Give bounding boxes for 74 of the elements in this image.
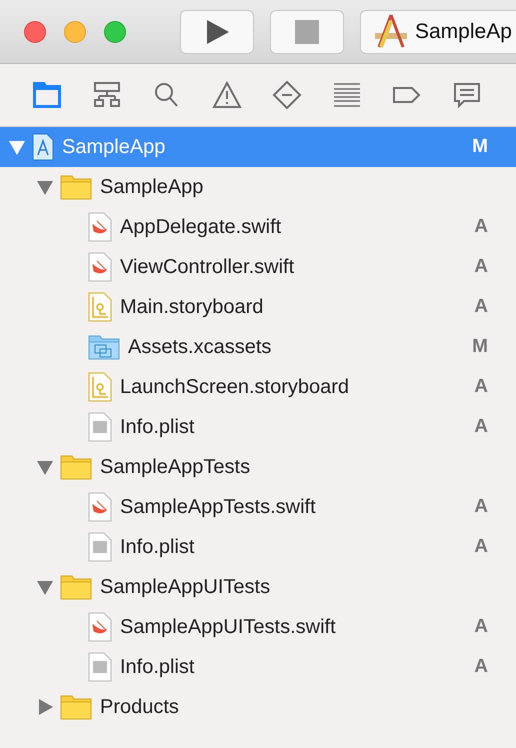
source-control-status: A (474, 296, 488, 318)
stop-button[interactable] (270, 10, 344, 54)
source-control-status: A (474, 376, 488, 398)
swift-file-icon (88, 252, 112, 282)
expanded-triangle-icon[interactable] (36, 458, 54, 476)
tree-row[interactable]: SampleAppTests (0, 447, 516, 487)
warning-icon[interactable] (212, 81, 242, 109)
tree-row[interactable]: Products (0, 687, 516, 727)
source-control-status: A (474, 416, 488, 438)
file-name: Info.plist (120, 536, 196, 558)
tree-row[interactable]: Info.plist A (0, 527, 516, 567)
file-name: ViewController.swift (120, 256, 296, 278)
tree-row[interactable]: Info.plist A (0, 407, 516, 447)
tree-row[interactable]: SampleAppTests.swift A (0, 487, 516, 527)
assets-folder-icon (88, 334, 120, 360)
collapsed-triangle-icon[interactable] (36, 698, 54, 716)
file-name: SampleAppTests.swift (120, 496, 317, 518)
storyboard-file-icon (88, 292, 112, 322)
file-name: Info.plist (120, 416, 196, 438)
source-control-status: M (472, 136, 488, 158)
source-control-status: A (474, 256, 488, 278)
tree-row[interactable]: AppDelegate.swift A (0, 207, 516, 247)
project-file-icon (32, 133, 54, 161)
tree-row[interactable]: SampleAppUITests.swift A (0, 607, 516, 647)
folder-icon (60, 454, 92, 480)
file-name: Main.storyboard (120, 296, 264, 318)
folder-icon (60, 174, 92, 200)
source-control-status: A (474, 656, 488, 678)
swift-file-icon (88, 492, 112, 522)
tree-row[interactable]: ViewController.swift A (0, 247, 516, 287)
source-control-status: M (472, 336, 488, 358)
scheme-selector[interactable]: SampleAp (360, 10, 516, 54)
source-control-status: A (474, 216, 488, 238)
plist-file-icon (88, 412, 112, 442)
storyboard-file-icon (88, 372, 112, 402)
folder-icon (60, 574, 92, 600)
tree-row[interactable]: Main.storyboard A (0, 287, 516, 327)
expanded-triangle-icon[interactable] (36, 578, 54, 596)
expanded-triangle-icon[interactable] (36, 178, 54, 196)
file-name: LaunchScreen.storyboard (120, 376, 350, 398)
folder-icon (60, 694, 92, 720)
tree-row[interactable]: Info.plist A (0, 647, 516, 687)
expanded-triangle-icon[interactable] (8, 138, 26, 156)
file-name: SampleAppTests (100, 456, 252, 478)
file-name: Products (100, 696, 180, 718)
tree-row[interactable]: SampleApp (0, 167, 516, 207)
file-name: SampleApp (100, 176, 204, 198)
file-name: SampleApp (62, 136, 166, 158)
file-name: SampleAppUITests (100, 576, 272, 598)
source-control-status: A (474, 616, 488, 638)
run-button[interactable] (180, 10, 254, 54)
swift-file-icon (88, 212, 112, 242)
swift-file-icon (88, 612, 112, 642)
file-name: Info.plist (120, 656, 196, 678)
file-name: AppDelegate.swift (120, 216, 282, 238)
hierarchy-icon[interactable] (92, 81, 122, 109)
lines-icon[interactable] (332, 81, 362, 109)
tree-row[interactable]: SampleAppUITests (0, 567, 516, 607)
play-icon (204, 18, 230, 44)
source-control-status: A (474, 536, 488, 558)
close-button[interactable] (24, 20, 46, 42)
plist-file-icon (88, 532, 112, 562)
zoom-button[interactable] (104, 20, 126, 42)
tree-row[interactable]: LaunchScreen.storyboard A (0, 367, 516, 407)
speech-bubble-icon[interactable] (452, 81, 482, 109)
file-name: SampleAppUITests.swift (120, 616, 337, 638)
plist-file-icon (88, 652, 112, 682)
stop-icon (295, 20, 319, 44)
diamond-icon[interactable] (272, 81, 302, 109)
source-control-status: A (474, 496, 488, 518)
tree-row[interactable]: Assets.xcassets M (0, 327, 516, 367)
app-icon (373, 12, 409, 50)
file-name: Assets.xcassets (128, 336, 272, 358)
folder-icon[interactable] (32, 81, 62, 109)
